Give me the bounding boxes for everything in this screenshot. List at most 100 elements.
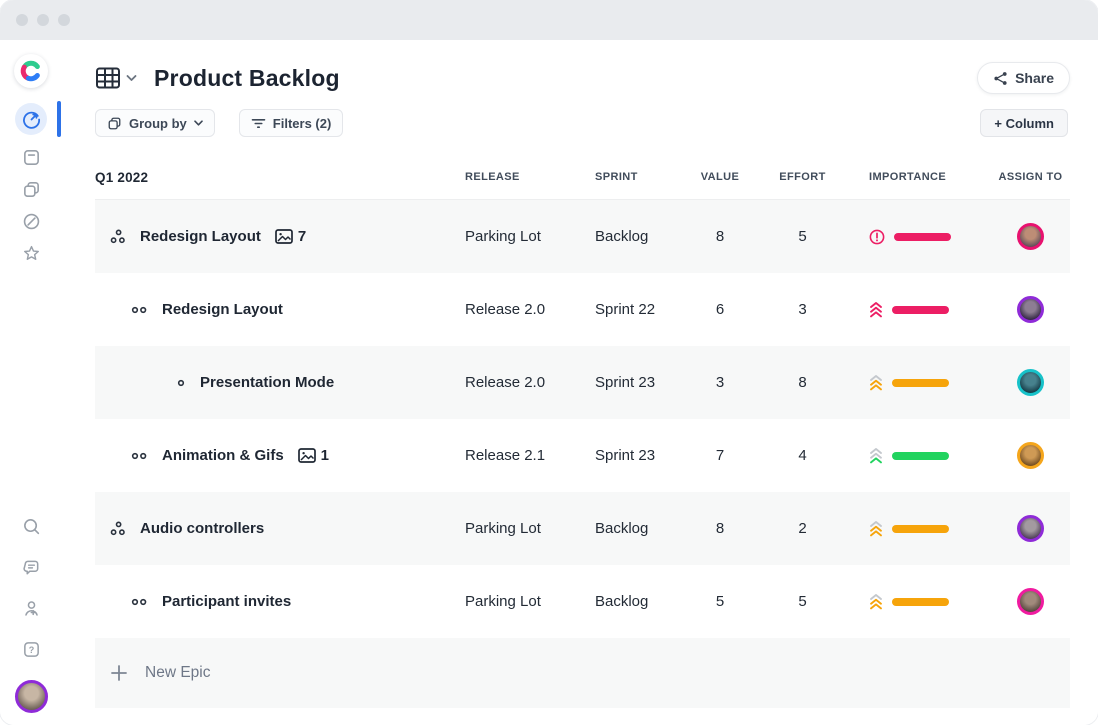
importance-cell[interactable]: [845, 419, 975, 492]
table-row[interactable]: Participant invites Parking Lot Backlog …: [95, 565, 1070, 638]
column-header-sprint[interactable]: SPRINT: [585, 171, 680, 183]
chevron-down-icon[interactable]: [126, 74, 137, 82]
item-name-cell[interactable]: Redesign Layout 7: [95, 200, 455, 273]
item-name: Animation & Gifs: [162, 447, 284, 464]
sidebar-invite-user[interactable]: [21, 598, 41, 618]
column-header-release[interactable]: RELEASE: [455, 171, 585, 183]
active-nav-indicator: [57, 101, 61, 137]
filters-button[interactable]: Filters (2): [238, 109, 344, 137]
assignee-avatar[interactable]: [1017, 296, 1044, 323]
sidebar-search[interactable]: [21, 516, 41, 536]
page-header: Product Backlog Share: [95, 62, 1070, 94]
attachment-count: 7: [297, 228, 307, 245]
sprint-cell[interactable]: Backlog: [585, 200, 680, 273]
release-cell[interactable]: Release 2.0: [455, 273, 585, 346]
importance-cell[interactable]: [845, 273, 975, 346]
group-by-label: Group by: [129, 115, 187, 131]
sidebar-item-explore[interactable]: [21, 211, 41, 231]
importance-bar: [894, 232, 951, 241]
item-name-cell[interactable]: Animation & Gifs 1: [95, 419, 455, 492]
item-name-cell[interactable]: Audio controllers: [95, 492, 455, 565]
assignee-cell[interactable]: [983, 200, 1078, 273]
sprint-cell[interactable]: Backlog: [585, 492, 680, 565]
share-icon: [993, 71, 1008, 86]
table-view-icon[interactable]: [95, 66, 121, 90]
sidebar-item-boards[interactable]: [21, 179, 41, 199]
assignee-avatar[interactable]: [1017, 515, 1044, 542]
note-icon: [22, 148, 41, 167]
assignee-avatar[interactable]: [1017, 588, 1044, 615]
filter-icon: [251, 117, 266, 130]
assignee-cell[interactable]: [983, 273, 1078, 346]
app-window: ? Product Backlog Share Group by Filters…: [0, 0, 1098, 725]
user-avatar[interactable]: [14, 680, 48, 713]
help-icon: ?: [22, 640, 41, 659]
main-content: Product Backlog Share Group by Filters (…: [62, 40, 1098, 725]
effort-cell[interactable]: 8: [760, 346, 845, 419]
effort-cell[interactable]: 3: [760, 273, 845, 346]
assignee-cell[interactable]: [983, 346, 1078, 419]
column-header-assign-to[interactable]: ASSIGN TO: [983, 171, 1078, 183]
craft-logo[interactable]: [14, 54, 48, 88]
window-maximize-button[interactable]: [58, 14, 70, 26]
assignee-avatar[interactable]: [1017, 442, 1044, 469]
window-close-button[interactable]: [16, 14, 28, 26]
effort-cell[interactable]: 5: [760, 200, 845, 273]
effort-cell[interactable]: 5: [760, 565, 845, 638]
assignee-avatar[interactable]: [1017, 369, 1044, 396]
assignee-cell[interactable]: [983, 565, 1078, 638]
value-cell[interactable]: 5: [680, 565, 760, 638]
assignee-cell[interactable]: [983, 419, 1078, 492]
copy-icon: [22, 180, 41, 199]
sprint-cell[interactable]: Sprint 23: [585, 346, 680, 419]
add-column-button[interactable]: + Column: [980, 109, 1068, 137]
new-epic-button[interactable]: New Epic: [95, 638, 1070, 708]
release-cell[interactable]: Parking Lot: [455, 200, 585, 273]
column-header-value[interactable]: VALUE: [680, 171, 760, 183]
value-cell[interactable]: 3: [680, 346, 760, 419]
release-cell[interactable]: Release 2.0: [455, 346, 585, 419]
importance-cell[interactable]: [845, 200, 975, 273]
column-header-effort[interactable]: EFFORT: [760, 171, 845, 183]
item-name-cell[interactable]: Redesign Layout: [95, 273, 455, 346]
value-cell[interactable]: 7: [680, 419, 760, 492]
effort-cell[interactable]: 4: [760, 419, 845, 492]
sidebar-item-dashboard[interactable]: [15, 103, 47, 135]
table-row[interactable]: Presentation Mode Release 2.0 Sprint 23 …: [95, 346, 1070, 419]
release-cell[interactable]: Parking Lot: [455, 565, 585, 638]
importance-cell[interactable]: [845, 492, 975, 565]
assignee-cell[interactable]: [983, 492, 1078, 565]
sidebar-help[interactable]: ?: [21, 639, 41, 659]
assignee-avatar[interactable]: [1017, 223, 1044, 250]
effort-cell[interactable]: 2: [760, 492, 845, 565]
group-by-button[interactable]: Group by: [95, 109, 215, 137]
page-title: Product Backlog: [154, 64, 340, 91]
share-button[interactable]: Share: [977, 62, 1070, 94]
table-row[interactable]: Audio controllers Parking Lot Backlog 8 …: [95, 492, 1070, 565]
sidebar-item-favorites[interactable]: [21, 243, 41, 263]
item-name-cell[interactable]: Participant invites: [95, 565, 455, 638]
table-row[interactable]: Animation & Gifs 1 Release 2.1 Sprint 23…: [95, 419, 1070, 492]
column-header-importance[interactable]: IMPORTANCE: [845, 171, 975, 183]
table-row[interactable]: Redesign Layout 7 Parking Lot Backlog 8 …: [95, 200, 1070, 273]
value-cell[interactable]: 8: [680, 492, 760, 565]
window-minimize-button[interactable]: [37, 14, 49, 26]
sprint-cell[interactable]: Backlog: [585, 565, 680, 638]
sprint-cell[interactable]: Sprint 23: [585, 419, 680, 492]
release-cell[interactable]: Parking Lot: [455, 492, 585, 565]
sprint-cell[interactable]: Sprint 22: [585, 273, 680, 346]
release-cell[interactable]: Release 2.1: [455, 419, 585, 492]
item-name: Presentation Mode: [200, 374, 335, 391]
value-cell[interactable]: 8: [680, 200, 760, 273]
add-user-icon: [22, 599, 41, 618]
table-row[interactable]: Redesign Layout Release 2.0 Sprint 22 6 …: [95, 273, 1070, 346]
importance-cell[interactable]: [845, 346, 975, 419]
value-cell[interactable]: 6: [680, 273, 760, 346]
sidebar-item-notes[interactable]: [21, 147, 41, 167]
importance-cell[interactable]: [845, 565, 975, 638]
item-name-cell[interactable]: Presentation Mode: [95, 346, 455, 419]
story-icon: [131, 304, 148, 316]
sidebar-feedback[interactable]: [21, 557, 41, 577]
group-label[interactable]: Q1 2022: [95, 170, 455, 185]
image-icon: [297, 448, 316, 463]
